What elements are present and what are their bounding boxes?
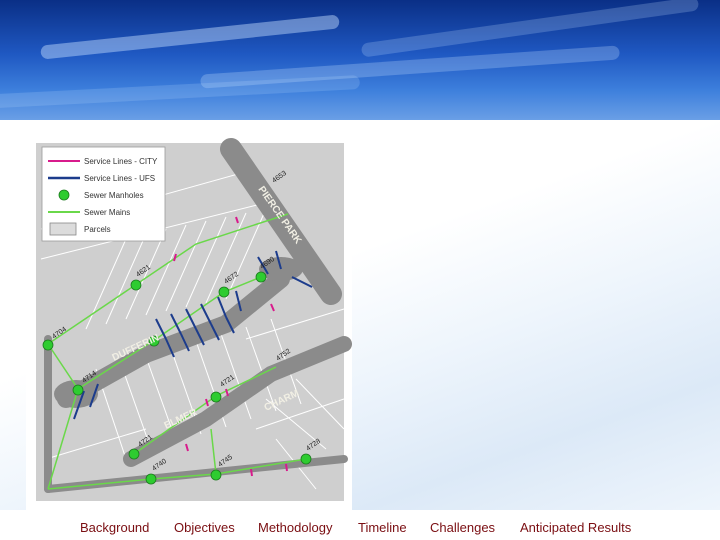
nav-link-challenges[interactable]: Challenges [430, 520, 495, 535]
map-legend: Service Lines - CITY Service Lines - UFS… [41, 146, 166, 242]
nav-link-timeline[interactable]: Timeline [358, 520, 407, 535]
manhole [300, 453, 312, 465]
legend-swatch-parcels [49, 222, 77, 236]
legend-label: Service Lines - CITY [84, 157, 158, 166]
sewer-service-map: PIERCE PARK DUFFERIN CHARM ELMER 4653 46… [26, 129, 352, 514]
nav-link-background[interactable]: Background [80, 520, 149, 535]
nav-link-methodology[interactable]: Methodology [258, 520, 332, 535]
map-svg: PIERCE PARK DUFFERIN CHARM ELMER 4653 46… [36, 138, 352, 501]
manhole [128, 448, 140, 460]
manhole [145, 473, 157, 485]
manhole [210, 469, 222, 481]
bottom-navigation: Background Objectives Methodology Timeli… [0, 516, 720, 540]
manhole [210, 391, 222, 403]
nav-link-anticipated-results[interactable]: Anticipated Results [520, 520, 631, 535]
manhole [255, 271, 267, 283]
header-banner [0, 0, 720, 120]
legend-label: Service Lines - UFS [84, 174, 155, 183]
legend-label: Sewer Manholes [84, 191, 144, 200]
legend-label: Sewer Mains [84, 208, 130, 217]
manhole [72, 384, 84, 396]
legend-label: Parcels [84, 225, 111, 234]
legend-swatch-manhole [58, 189, 70, 201]
nav-link-objectives[interactable]: Objectives [174, 520, 235, 535]
manhole [218, 286, 230, 298]
manhole [130, 279, 142, 291]
manhole [42, 339, 54, 351]
